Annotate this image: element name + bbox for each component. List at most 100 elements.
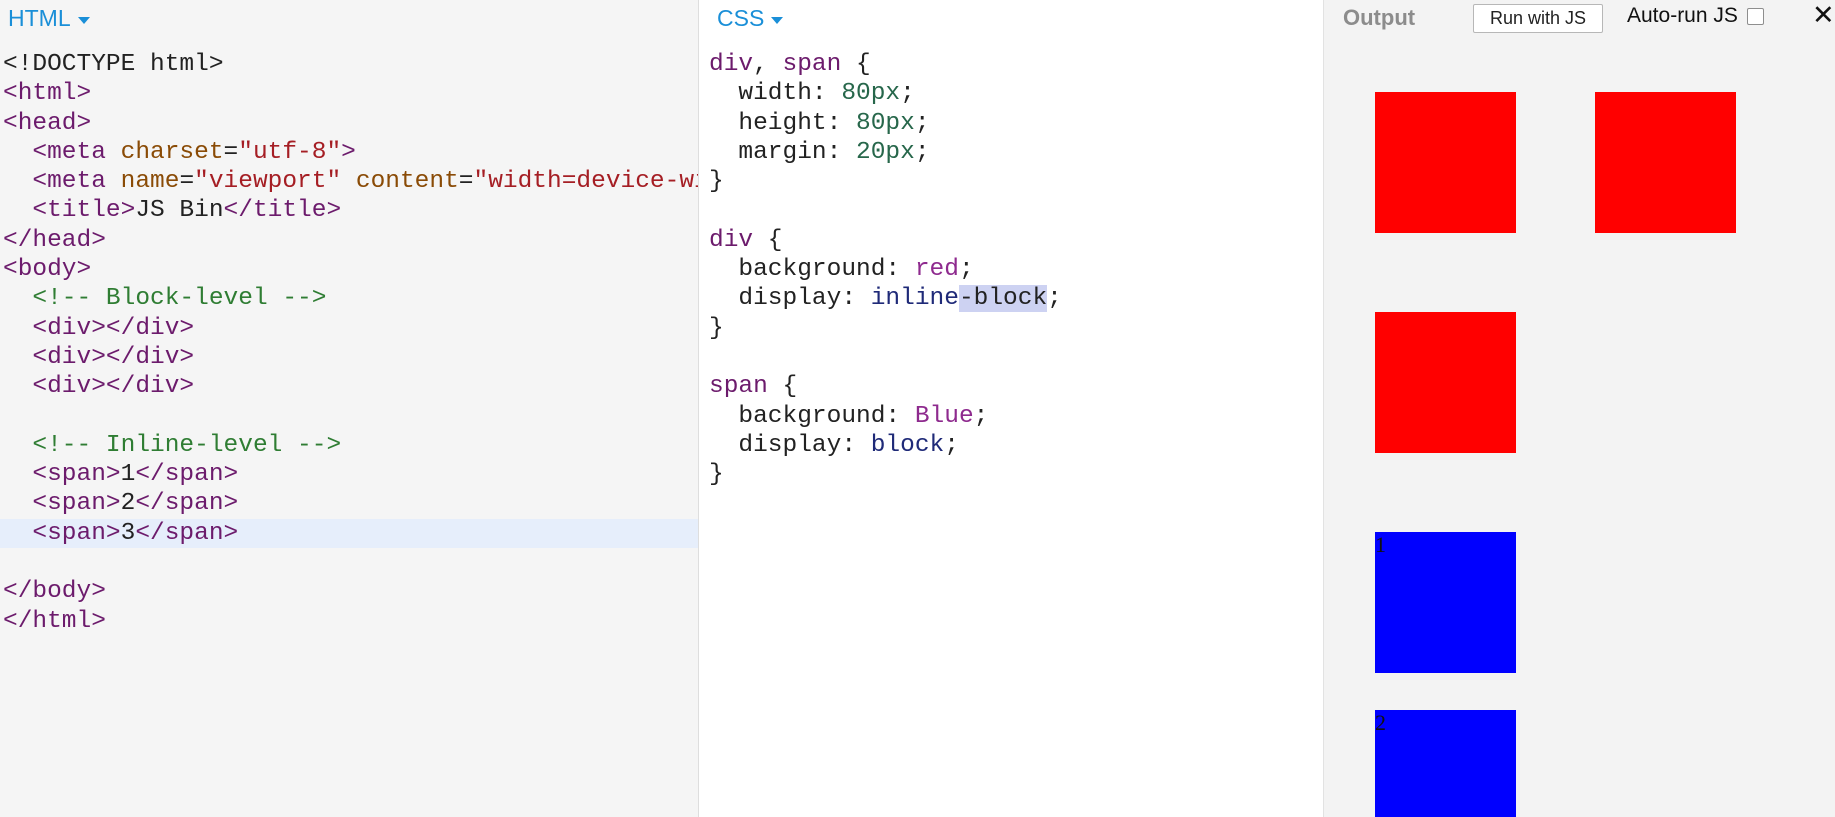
code-token: display: <box>709 285 871 313</box>
code-token: } <box>709 168 724 196</box>
code-token: width: <box>709 80 842 108</box>
output-span-box: 1 <box>1375 532 1516 673</box>
code-token: block <box>870 431 945 459</box>
code-line: <!-- Block-level --> <box>0 284 698 313</box>
code-token: height: <box>709 109 857 137</box>
code-line: span { <box>699 372 1323 401</box>
code-token: ; <box>973 402 989 430</box>
html-panel-title: HTML <box>8 5 71 31</box>
code-token: margin: <box>709 138 857 166</box>
code-token: = <box>223 138 239 166</box>
css-panel-title: CSS <box>717 5 765 31</box>
code-token: </head> <box>3 226 106 254</box>
code-line: <meta name="viewport" content="width=dev… <box>0 167 698 196</box>
css-editor-panel: CSS div, span { width: 80px; height: 80p… <box>699 0 1324 817</box>
output-div-box <box>1375 312 1516 453</box>
auto-run-js-checkbox[interactable] <box>1746 7 1764 25</box>
code-token: <head> <box>3 109 92 137</box>
code-token: background: <box>709 256 915 284</box>
code-line: } <box>699 167 1323 196</box>
output-panel-title: Output <box>1343 5 1416 30</box>
css-panel-menu[interactable]: CSS <box>717 5 784 32</box>
code-token: 20px <box>856 138 915 166</box>
code-token: 80px <box>856 109 915 137</box>
code-token: = <box>458 168 474 196</box>
code-token: <html> <box>3 80 92 108</box>
code-token: } <box>709 314 724 342</box>
code-line: <span>3</span> <box>0 518 698 549</box>
html-editor-panel: HTML <!DOCTYPE html> <html> <head> <meta c… <box>0 0 699 817</box>
code-token: JS Bin <box>135 197 224 225</box>
code-token: { <box>841 51 871 78</box>
code-token: = <box>179 168 195 196</box>
code-token: </html> <box>3 607 106 635</box>
code-token: 1 <box>120 461 136 489</box>
code-token: <meta <box>32 138 121 166</box>
code-line: <body> <box>0 255 698 284</box>
code-token: charset <box>120 138 224 166</box>
auto-run-js-toggle[interactable]: Auto-run JS <box>1627 4 1764 28</box>
code-token: , <box>753 51 783 78</box>
code-line: <head> <box>0 109 698 138</box>
code-token: <body> <box>3 256 92 284</box>
code-line: <!DOCTYPE html> <box>0 50 698 79</box>
code-token: "utf-8" <box>238 138 342 166</box>
html-code-editor[interactable]: <!DOCTYPE html> <html> <head> <meta charse… <box>0 50 698 636</box>
code-token: 3 <box>120 519 136 547</box>
code-token: 2 <box>120 490 136 518</box>
code-token: } <box>709 461 724 489</box>
code-line: <span>1</span> <box>0 460 698 489</box>
code-token: <div></div> <box>32 343 195 371</box>
output-div-box <box>1595 92 1736 233</box>
code-token: ; <box>914 109 930 137</box>
code-token: </span> <box>135 519 239 547</box>
code-line: <div></div> <box>0 314 698 343</box>
code-line: <!-- Inline-level --> <box>0 431 698 460</box>
output-span-box: 2 <box>1375 710 1516 817</box>
code-token: </title> <box>223 197 342 225</box>
code-token: span <box>782 51 842 78</box>
code-token: name <box>120 168 180 196</box>
code-token: inline <box>870 285 959 313</box>
css-code-editor[interactable]: div, span { width: 80px; height: 80px; m… <box>699 50 1323 489</box>
code-line: </html> <box>0 607 698 636</box>
code-line: display: block; <box>699 431 1323 460</box>
code-line: background: red; <box>699 255 1323 284</box>
code-token: span <box>709 373 768 401</box>
code-token: { <box>753 226 783 254</box>
code-line: } <box>699 460 1323 489</box>
auto-run-js-label: Auto-run JS <box>1627 4 1738 27</box>
code-token: ; <box>1047 285 1062 313</box>
run-with-js-button[interactable]: Run with JS <box>1473 4 1603 33</box>
code-token: <span> <box>32 490 121 518</box>
code-token: { <box>767 373 798 401</box>
code-line: height: 80px; <box>699 109 1323 138</box>
html-panel-menu[interactable]: HTML <box>8 5 90 32</box>
code-token: ; <box>958 256 974 284</box>
code-line: <title>JS Bin</title> <box>0 196 698 225</box>
code-token: ; <box>900 80 915 108</box>
code-line: </body> <box>0 577 698 606</box>
output-span-label: 2 <box>1375 710 1386 735</box>
code-token: </span> <box>135 490 239 518</box>
close-icon[interactable]: ✕ <box>1812 0 1835 31</box>
code-token: div <box>709 51 754 78</box>
code-line: margin: 20px; <box>699 138 1323 167</box>
code-token: <meta <box>32 168 121 196</box>
output-div-box <box>1375 92 1516 233</box>
css-panel-header: CSS <box>699 0 1323 36</box>
